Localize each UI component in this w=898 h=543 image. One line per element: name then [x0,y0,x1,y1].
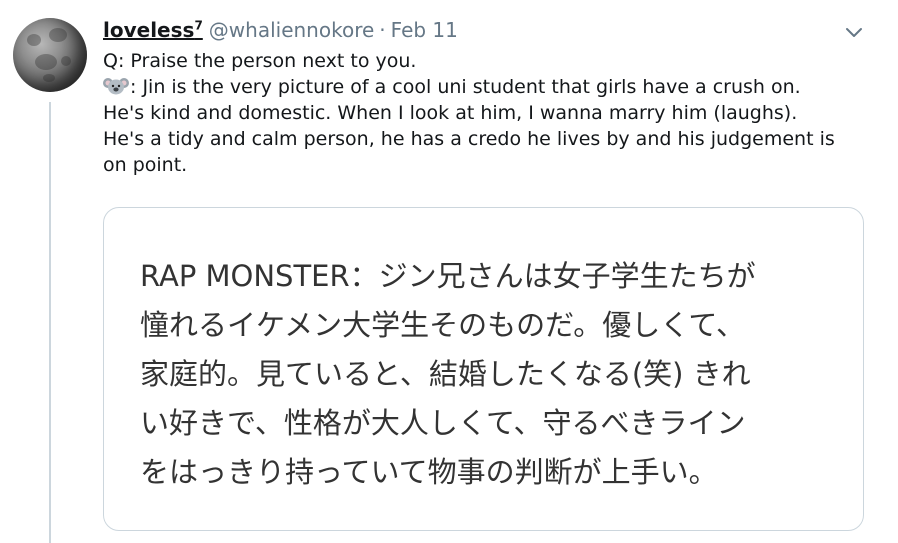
display-name[interactable]: loveless7 [103,18,203,42]
tweet-text-line: : Jin is the very picture of a cool uni … [103,74,873,100]
tweet-text-line: Q: Praise the person next to you. [103,50,417,72]
tweet-date[interactable]: Feb 11 [391,18,458,42]
media-image-text: RAP MONSTER：ジン兄さんは女子学生たちが 憧れるイケメン大学生そのもの… [140,252,850,497]
tweet-text: Q: Praise the person next to you. : Jin … [103,48,873,178]
tweet-text-line: He's kind and domestic. When I look at h… [103,102,798,124]
thread-line [49,102,51,543]
media-text-line: 憧れるイケメン大学生そのものだ。優しくて、 [140,308,745,342]
tweet-text-line: He's a tidy and calm person, he has a cr… [103,128,835,150]
display-name-superscript: 7 [194,18,203,33]
user-handle[interactable]: @whaliennokore [209,18,375,42]
avatar[interactable] [13,18,87,92]
tweet-text-line: on point. [103,154,188,176]
chevron-down-icon[interactable] [842,20,866,44]
media-text-line: RAP MONSTER：ジン兄さんは女子学生たちが [140,259,756,293]
separator-dot: · [379,18,386,42]
koala-icon [103,78,129,95]
media-text-line: い好きで、性格が大人しくて、守るべきライン [140,406,746,440]
media-text-line: をはっきり持っていて物事の判断が上手い。 [140,455,718,489]
media-text-line: 家庭的。見ていると、結婚したくなる(笑) きれ [140,357,751,391]
tweet-header: loveless7 @whaliennokore · Feb 11 [103,18,458,46]
